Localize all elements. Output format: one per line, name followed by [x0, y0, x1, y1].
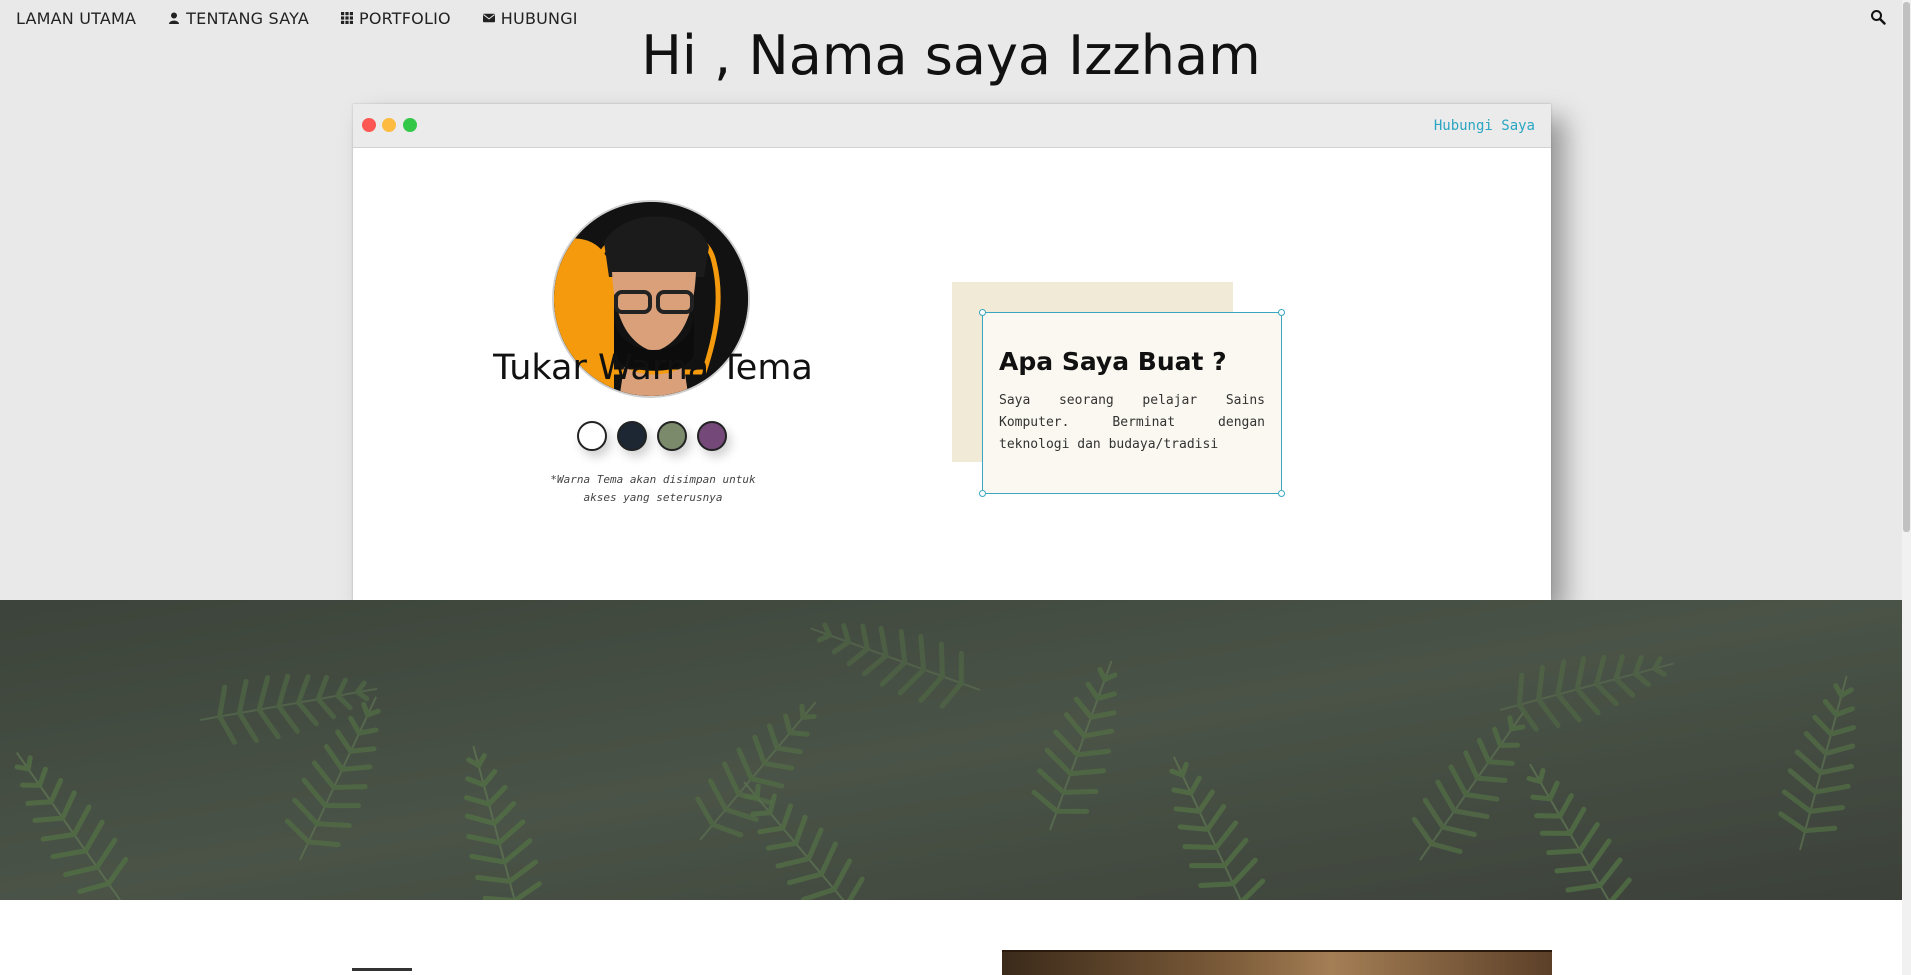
contact-me-link[interactable]: Hubungi Saya	[1434, 118, 1535, 134]
browser-window-card: Hubungi Saya Tukar Warna Tema *Warna Tem…	[353, 104, 1551, 600]
resize-handle[interactable]	[1278, 490, 1285, 497]
maximize-dot	[403, 118, 417, 132]
theme-swatch-purple[interactable]	[697, 421, 727, 451]
resize-handle[interactable]	[979, 309, 986, 316]
section-heading-peek	[352, 968, 412, 975]
envelope-icon	[482, 13, 495, 23]
grid-icon	[341, 12, 353, 24]
theme-swatch-white[interactable]	[577, 421, 607, 451]
hero-title: Hi , Nama saya Izzham	[641, 24, 1261, 87]
theme-title: Tukar Warna Tema	[493, 348, 813, 388]
fern-banner-image	[0, 600, 1902, 900]
resize-handle[interactable]	[1278, 309, 1285, 316]
window-titlebar: Hubungi Saya	[353, 104, 1551, 148]
resize-handle[interactable]	[979, 490, 986, 497]
theme-swatch-navy[interactable]	[617, 421, 647, 451]
info-title: Apa Saya Buat ?	[999, 347, 1227, 376]
fern-illustration	[0, 600, 1902, 900]
scrollbar-thumb[interactable]	[1903, 2, 1910, 532]
close-dot	[362, 118, 376, 132]
next-section	[0, 900, 1902, 975]
scrollbar[interactable]	[1902, 0, 1911, 975]
info-card: Apa Saya Buat ? Saya seorang pelajar Sai…	[979, 309, 1285, 497]
info-text: Saya seorang pelajar Sains Komputer. Ber…	[999, 393, 1265, 452]
search-icon[interactable]	[1870, 9, 1886, 25]
theme-swatch-olive[interactable]	[657, 421, 687, 451]
theme-swatches	[577, 421, 727, 451]
theme-note: *Warna Tema akan disimpan untuk akses ya…	[550, 473, 756, 504]
section-photo-peek	[1002, 950, 1552, 975]
user-icon	[169, 12, 180, 24]
minimize-dot	[382, 118, 396, 132]
